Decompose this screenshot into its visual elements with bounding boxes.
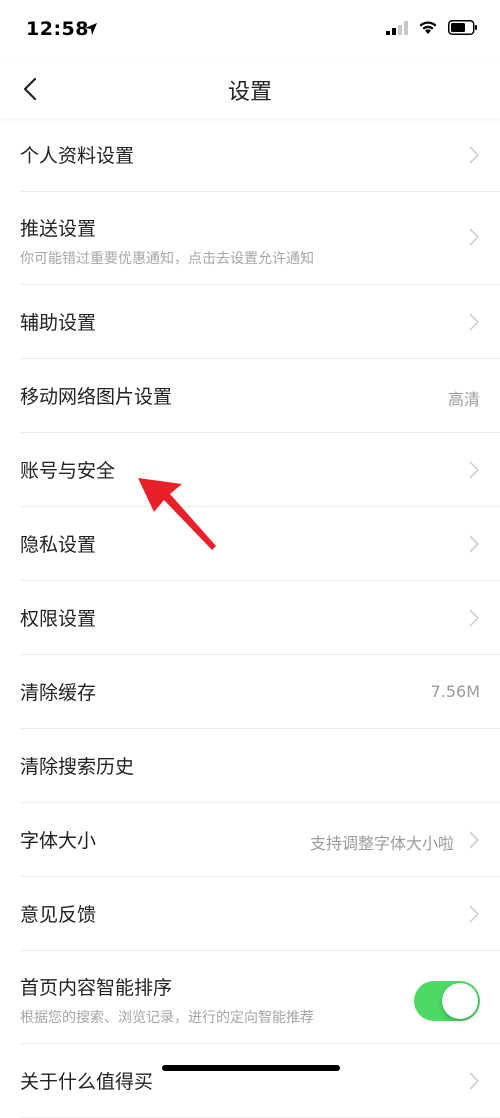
settings-item-mobile-image[interactable]: 移动网络图片设置 高清 (20, 359, 500, 433)
status-indicators (386, 20, 478, 35)
settings-item-subtitle: 你可能错过重要优惠通知，点击去设置允许通知 (20, 251, 314, 267)
settings-item-push[interactable]: 推送设置 你可能错过重要优惠通知，点击去设置允许通知 (20, 192, 500, 285)
chevron-right-icon (469, 831, 480, 849)
settings-item-label: 清除搜索历史 (20, 756, 135, 778)
settings-item-font-size[interactable]: 字体大小 支持调整字体大小啦 (20, 803, 500, 877)
chevron-right-icon (469, 228, 480, 246)
settings-item-smart-sort: 首页内容智能排序 根据您的搜索、浏览记录，进行的定向智能推荐 (20, 951, 500, 1044)
settings-item-label: 隐私设置 (20, 534, 97, 556)
settings-item-label: 字体大小 (20, 830, 97, 852)
wifi-icon (419, 21, 437, 34)
settings-item-label: 账号与安全 (20, 460, 116, 482)
settings-item-label: 权限设置 (20, 608, 97, 630)
settings-item-accessibility[interactable]: 辅助设置 (20, 285, 500, 359)
chevron-right-icon (469, 535, 480, 553)
smart-sort-toggle[interactable] (414, 981, 480, 1021)
settings-item-about[interactable]: 关于什么值得买 (20, 1044, 500, 1118)
settings-item-feedback[interactable]: 意见反馈 (20, 877, 500, 951)
settings-item-subtitle: 根据您的搜索、浏览记录，进行的定向智能推荐 (20, 1010, 314, 1026)
settings-item-label: 辅助设置 (20, 312, 97, 334)
page-title: 设置 (227, 80, 272, 105)
settings-item-privacy[interactable]: 隐私设置 (20, 507, 500, 581)
settings-item-label: 意见反馈 (20, 904, 97, 926)
settings-item-label: 首页内容智能排序 (20, 977, 173, 999)
settings-item-value: 7.56M (430, 682, 480, 701)
red-arrow-icon (138, 478, 216, 550)
toggle-knob (442, 983, 478, 1019)
navigation-bar: 设置 (0, 60, 500, 118)
settings-item-label: 关于什么值得买 (20, 1071, 154, 1093)
settings-item-clear-search-history[interactable]: 清除搜索历史 (20, 729, 500, 803)
settings-item-clear-cache[interactable]: 清除缓存 7.56M (20, 655, 500, 729)
settings-item-account-security[interactable]: 账号与安全 (20, 433, 500, 507)
settings-list: 个人资料设置 推送设置 你可能错过重要优惠通知，点击去设置允许通知 辅助设置 移… (0, 118, 500, 1118)
settings-item-label: 清除缓存 (20, 682, 97, 704)
chevron-right-icon (469, 313, 480, 331)
settings-item-profile[interactable]: 个人资料设置 (20, 118, 500, 192)
chevron-right-icon (469, 146, 480, 164)
location-arrow-icon (85, 23, 97, 35)
settings-item-label: 推送设置 (20, 218, 97, 240)
settings-item-permissions[interactable]: 权限设置 (20, 581, 500, 655)
home-indicator (162, 1065, 340, 1071)
chevron-right-icon (469, 1072, 480, 1090)
settings-item-label: 个人资料设置 (20, 145, 135, 167)
settings-item-value: 高清 (447, 390, 480, 409)
chevron-right-icon (469, 905, 480, 923)
status-bar: 12:58 (0, 0, 500, 60)
chevron-right-icon (469, 609, 480, 627)
battery-icon (448, 20, 477, 35)
settings-item-value: 支持调整字体大小啦 (309, 834, 454, 853)
status-time: 12:58 (26, 18, 89, 40)
signal-icon (386, 20, 408, 35)
chevron-right-icon (469, 461, 480, 479)
settings-item-label: 移动网络图片设置 (20, 386, 173, 408)
